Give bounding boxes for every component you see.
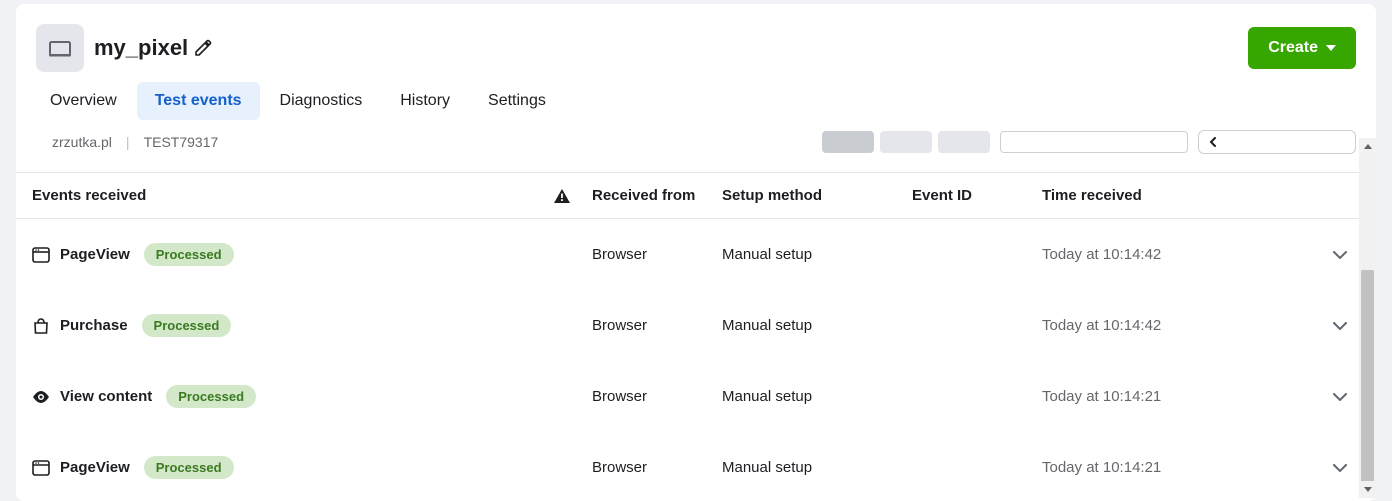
setup-method: Manual setup bbox=[722, 246, 912, 263]
chevron-down-icon[interactable] bbox=[1320, 251, 1360, 259]
page-title: my_pixel bbox=[94, 35, 188, 61]
scroll-thumb[interactable] bbox=[1361, 270, 1374, 486]
scroll-down-button[interactable] bbox=[1359, 481, 1376, 498]
window-icon bbox=[32, 247, 50, 263]
setup-method: Manual setup bbox=[722, 459, 912, 476]
time-received: Today at 10:14:42 bbox=[1042, 246, 1320, 263]
warning-icon bbox=[532, 189, 592, 203]
status-badge: Processed bbox=[142, 314, 232, 337]
tab-history[interactable]: History bbox=[382, 82, 468, 120]
test-domain: zrzutka.pl bbox=[52, 134, 112, 150]
tab-settings[interactable]: Settings bbox=[470, 82, 564, 120]
scroll-up-button[interactable] bbox=[1359, 138, 1376, 155]
received-from: Browser bbox=[592, 388, 722, 405]
segment-1[interactable] bbox=[822, 131, 874, 153]
event-name: PageView bbox=[60, 459, 130, 476]
scrollbar[interactable] bbox=[1359, 138, 1376, 498]
window-icon bbox=[32, 460, 50, 476]
status-badge: Processed bbox=[144, 456, 234, 479]
table-row[interactable]: View content Processed Browser Manual se… bbox=[16, 361, 1376, 432]
pixel-icon bbox=[36, 24, 84, 72]
bag-icon bbox=[32, 318, 50, 334]
caret-down-icon bbox=[1326, 45, 1336, 51]
tabs: Overview Test events Diagnostics History… bbox=[16, 82, 1376, 120]
tab-test-events[interactable]: Test events bbox=[137, 82, 260, 120]
dropdown-filter[interactable] bbox=[1000, 131, 1188, 153]
tab-diagnostics[interactable]: Diagnostics bbox=[262, 82, 381, 120]
setup-method: Manual setup bbox=[722, 388, 912, 405]
col-events: Events received bbox=[32, 187, 532, 204]
event-name: Purchase bbox=[60, 317, 128, 334]
segment-3[interactable] bbox=[938, 131, 990, 153]
edit-icon[interactable] bbox=[194, 39, 212, 57]
divider: | bbox=[126, 134, 130, 150]
status-badge: Processed bbox=[144, 243, 234, 266]
setup-method: Manual setup bbox=[722, 317, 912, 334]
chevron-down-icon[interactable] bbox=[1320, 464, 1360, 472]
create-button[interactable]: Create bbox=[1248, 27, 1356, 69]
table-header: Events received Received from Setup meth… bbox=[16, 172, 1376, 219]
segment-control[interactable] bbox=[822, 131, 990, 153]
time-received: Today at 10:14:21 bbox=[1042, 388, 1320, 405]
create-button-label: Create bbox=[1268, 39, 1318, 57]
eye-icon bbox=[32, 391, 50, 403]
chevron-down-icon[interactable] bbox=[1320, 322, 1360, 330]
received-from: Browser bbox=[592, 246, 722, 263]
received-from: Browser bbox=[592, 459, 722, 476]
col-event-id: Event ID bbox=[912, 187, 1042, 204]
received-from: Browser bbox=[592, 317, 722, 334]
time-received: Today at 10:14:42 bbox=[1042, 317, 1320, 334]
tab-overview[interactable]: Overview bbox=[32, 82, 135, 120]
event-name: PageView bbox=[60, 246, 130, 263]
filter-button[interactable] bbox=[1198, 130, 1356, 154]
col-time-received: Time received bbox=[1042, 187, 1320, 204]
segment-2[interactable] bbox=[880, 131, 932, 153]
test-id: TEST79317 bbox=[144, 134, 219, 150]
table-row[interactable]: PageView Processed Browser Manual setup … bbox=[16, 219, 1376, 290]
event-name: View content bbox=[60, 388, 152, 405]
col-setup-method: Setup method bbox=[722, 187, 912, 204]
status-badge: Processed bbox=[166, 385, 256, 408]
table-row[interactable]: PageView Processed Browser Manual setup … bbox=[16, 432, 1376, 501]
back-icon bbox=[1209, 137, 1219, 147]
table-row[interactable]: Purchase Processed Browser Manual setup … bbox=[16, 290, 1376, 361]
time-received: Today at 10:14:21 bbox=[1042, 459, 1320, 476]
chevron-down-icon[interactable] bbox=[1320, 393, 1360, 401]
col-received-from: Received from bbox=[592, 187, 722, 204]
